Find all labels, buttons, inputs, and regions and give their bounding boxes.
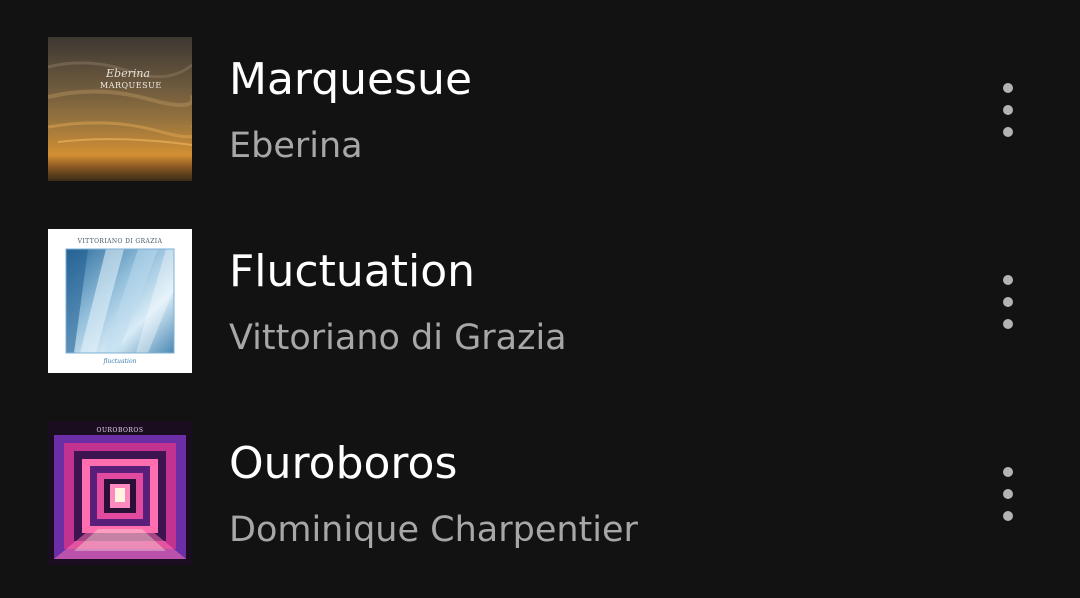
cover-text-bottom: fluctuation [103, 358, 137, 365]
track-row-marquesue[interactable]: Eberina MARQUESUE Marquesue Eberina [0, 0, 1080, 192]
more-vertical-icon[interactable] [992, 464, 1024, 524]
dot [1003, 105, 1013, 115]
cover-text-top: OUROBOROS [97, 427, 144, 434]
track-list: Eberina MARQUESUE Marquesue Eberina VITT… [0, 0, 1080, 598]
dot [1003, 489, 1013, 499]
track-title[interactable]: Ouroboros [229, 436, 457, 492]
cover-text-top: VITTORIANO DI GRAZIA [77, 238, 163, 245]
more-vertical-icon[interactable] [992, 272, 1024, 332]
dot [1003, 275, 1013, 285]
track-title[interactable]: Fluctuation [229, 244, 475, 300]
dot [1003, 127, 1013, 137]
more-vertical-icon[interactable] [992, 80, 1024, 140]
album-cover-marquesue: Eberina MARQUESUE [48, 37, 192, 181]
album-cover-ouroboros: OUROBOROS [48, 421, 192, 565]
dot [1003, 511, 1013, 521]
track-row-fluctuation[interactable]: VITTORIANO DI GRAZIA fluctuation Fluctua… [0, 192, 1080, 384]
cover-text-bottom: MARQUESUE [100, 81, 162, 90]
cover-text-top: Eberina [105, 67, 150, 80]
track-artist[interactable]: Vittoriano di Grazia [229, 316, 567, 360]
track-title[interactable]: Marquesue [229, 52, 472, 108]
dot [1003, 297, 1013, 307]
dot [1003, 319, 1013, 329]
album-cover-fluctuation: VITTORIANO DI GRAZIA fluctuation [48, 229, 192, 373]
track-artist[interactable]: Dominique Charpentier [229, 508, 638, 552]
dot [1003, 467, 1013, 477]
dot [1003, 83, 1013, 93]
track-artist[interactable]: Eberina [229, 124, 363, 168]
track-row-ouroboros[interactable]: OUROBOROS Ouroboros Dominique Charpentie… [0, 384, 1080, 576]
